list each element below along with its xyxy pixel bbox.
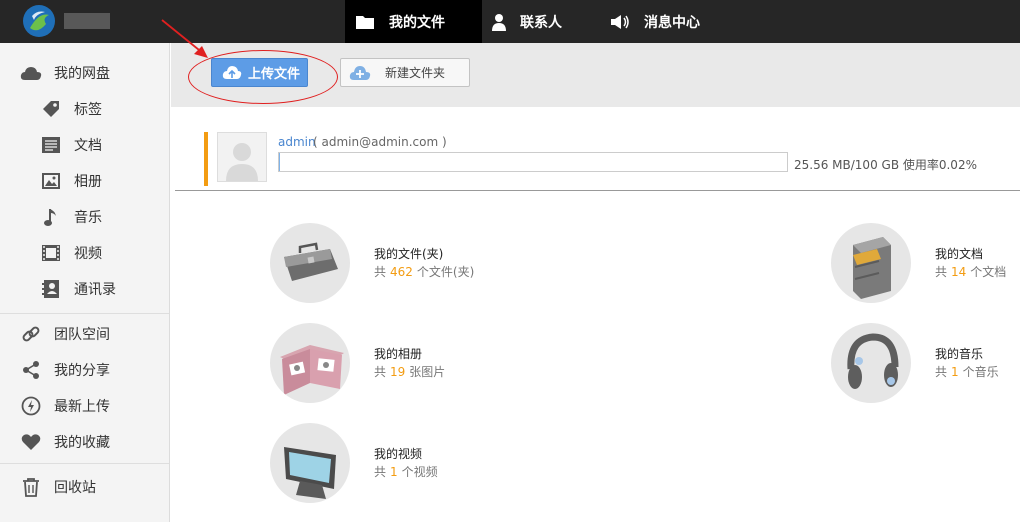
film-icon (40, 242, 62, 264)
category-count: 共 14 个文档 (935, 263, 1006, 280)
person-icon (492, 13, 506, 31)
count-suffix: 个视频 (401, 465, 438, 479)
category-my-files[interactable]: 我的文件(夹) 共 462 个文件(夹) (270, 223, 530, 305)
sidebar-divider (0, 463, 169, 464)
category-title: 我的文档 (935, 247, 984, 261)
nav-contacts[interactable]: 联系人 (482, 0, 600, 43)
count-prefix: 共 (935, 365, 948, 379)
user-name-link[interactable]: admin (278, 135, 316, 149)
sidebar-item-label: 回收站 (54, 480, 96, 496)
sidebar-item-video[interactable]: 视频 (40, 235, 102, 271)
sidebar-item-label: 视频 (74, 246, 102, 262)
avatar[interactable] (217, 132, 267, 182)
nav-message-center[interactable]: 消息中心 (600, 0, 718, 43)
category-title: 我的文件(夹) (374, 247, 444, 261)
tag-icon (40, 98, 62, 120)
music-note-icon (40, 206, 62, 228)
count-prefix: 共 (374, 365, 387, 379)
category-title: 我的视频 (374, 447, 423, 461)
sidebar-item-tags[interactable]: 标签 (40, 91, 102, 127)
cloud-icon (20, 62, 42, 84)
annotation-ellipse (188, 50, 338, 104)
user-panel: admin ( admin@admin.com ) 25.56 MB/100 G… (204, 131, 1004, 187)
category-my-documents[interactable]: 我的文档 共 14 个文档 (831, 223, 1016, 305)
photo-album-icon (270, 323, 350, 403)
nav-contacts-label: 联系人 (520, 14, 562, 31)
folder-icon (356, 15, 374, 29)
sidebar-item-label: 最新上传 (54, 399, 110, 415)
sidebar-item-label: 我的收藏 (54, 435, 110, 451)
trash-icon (20, 476, 42, 498)
sidebar-item-album[interactable]: 相册 (40, 163, 102, 199)
sidebar-item-label: 相册 (74, 174, 102, 190)
app-name-blurred (64, 13, 110, 29)
heart-icon (20, 431, 42, 453)
count-number: 1 (390, 465, 398, 479)
cloud-add-icon (349, 65, 371, 80)
accent-bar (204, 132, 208, 186)
sidebar-item-recent-uploads[interactable]: 最新上传 (20, 388, 110, 424)
monitor-icon (270, 423, 350, 503)
category-count: 共 1 个音乐 (935, 363, 999, 380)
sidebar-item-documents[interactable]: 文档 (40, 127, 102, 163)
count-suffix: 个音乐 (962, 365, 999, 379)
sidebar-item-label: 我的分享 (54, 363, 110, 379)
sidebar-item-address-book[interactable]: 通讯录 (40, 271, 116, 307)
count-prefix: 共 (374, 465, 387, 479)
lightning-icon (20, 395, 42, 417)
count-number: 1 (951, 365, 959, 379)
sidebar-item-label: 团队空间 (54, 327, 110, 343)
image-icon (40, 170, 62, 192)
section-divider (175, 190, 1020, 191)
count-number: 14 (951, 265, 967, 279)
headphones-icon (831, 323, 911, 403)
sidebar-item-label: 我的网盘 (54, 66, 110, 82)
sidebar: 我的网盘 标签 文档 相册 音乐 视频 通讯录 团队空间 我的分享 最新上传 我… (0, 43, 170, 522)
nav-my-files[interactable]: 我的文件 (345, 0, 482, 43)
count-prefix: 共 (935, 265, 948, 279)
count-suffix: 个文档 (970, 265, 1007, 279)
sidebar-item-team-space[interactable]: 团队空间 (20, 316, 110, 352)
new-folder-label: 新建文件夹 (385, 66, 446, 80)
speaker-icon (611, 14, 629, 29)
sidebar-item-music[interactable]: 音乐 (40, 199, 102, 235)
sidebar-item-label: 文档 (74, 138, 102, 154)
sidebar-item-recycle-bin[interactable]: 回收站 (20, 469, 96, 505)
file-cabinet-icon (831, 223, 911, 303)
category-title: 我的音乐 (935, 347, 984, 361)
sidebar-item-label: 音乐 (74, 210, 102, 226)
category-my-music[interactable]: 我的音乐 共 1 个音乐 (831, 323, 1016, 405)
default-avatar-icon (226, 143, 258, 181)
annotation-arrow (161, 19, 208, 58)
category-my-videos[interactable]: 我的视频 共 1 个视频 (270, 423, 530, 505)
sidebar-item-my-shares[interactable]: 我的分享 (20, 352, 110, 388)
storage-usage-text: 25.56 MB/100 GB 使用率0.02% (794, 158, 977, 172)
count-suffix: 个文件(夹) (416, 265, 475, 279)
briefcase-icon (270, 223, 350, 303)
address-book-icon (40, 278, 62, 300)
sidebar-item-label: 通讯录 (74, 282, 116, 298)
count-number: 19 (390, 365, 406, 379)
share-icon (20, 359, 42, 381)
category-count: 共 1 个视频 (374, 463, 438, 480)
document-icon (40, 134, 62, 156)
count-number: 462 (390, 265, 413, 279)
category-count: 共 462 个文件(夹) (374, 263, 474, 280)
nav-my-files-label: 我的文件 (389, 14, 445, 31)
category-my-album[interactable]: 我的相册 共 19 张图片 (270, 323, 530, 405)
link-icon (20, 323, 42, 345)
count-prefix: 共 (374, 265, 387, 279)
storage-usage-bar (278, 152, 788, 172)
sidebar-item-label: 标签 (74, 102, 102, 118)
user-email: ( admin@admin.com ) (313, 135, 447, 149)
count-suffix: 张图片 (409, 365, 446, 379)
new-folder-button[interactable]: 新建文件夹 (340, 58, 470, 87)
sidebar-divider (0, 313, 169, 314)
app-logo[interactable] (22, 4, 56, 38)
sidebar-item-favorites[interactable]: 我的收藏 (20, 424, 110, 460)
sidebar-item-my-drive[interactable]: 我的网盘 (20, 55, 110, 91)
category-title: 我的相册 (374, 347, 423, 361)
nav-message-center-label: 消息中心 (644, 14, 700, 31)
category-count: 共 19 张图片 (374, 363, 445, 380)
